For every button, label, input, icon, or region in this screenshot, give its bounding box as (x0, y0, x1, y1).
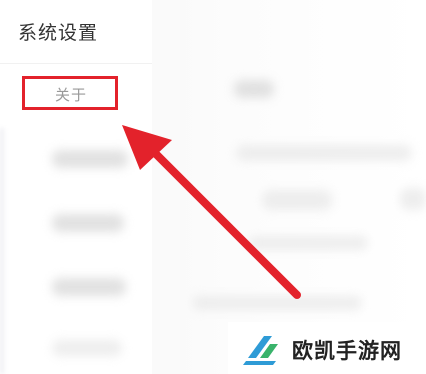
sidebar-item-about[interactable]: 关于 (22, 76, 118, 110)
watermark-text: 欧凯手游网 (292, 339, 402, 363)
sidebar: 系统设置 关于 (0, 0, 152, 374)
main-panel (152, 0, 426, 374)
main-row-blurred (248, 236, 368, 250)
panel-shade (152, 0, 426, 374)
watermark: 欧凯手游网 (228, 322, 426, 374)
sidebar-item-blurred[interactable] (52, 214, 124, 232)
sidebar-item-blurred[interactable] (52, 278, 126, 296)
main-row-blurred (236, 145, 412, 161)
main-row-blurred (262, 190, 332, 210)
main-row-blurred (192, 296, 362, 310)
main-heading-blurred (234, 80, 274, 98)
divider (0, 63, 152, 64)
edge-shadow (0, 128, 6, 374)
main-row-blurred (400, 188, 426, 210)
sidebar-item-about-label: 关于 (55, 86, 88, 104)
settings-screen: 系统设置 关于 欧凯手游网 (0, 0, 426, 374)
logo-icon (243, 336, 278, 365)
sidebar-item-blurred[interactable] (52, 150, 128, 168)
sidebar-item-blurred[interactable] (52, 340, 122, 356)
sidebar-title: 系统设置 (18, 22, 99, 44)
